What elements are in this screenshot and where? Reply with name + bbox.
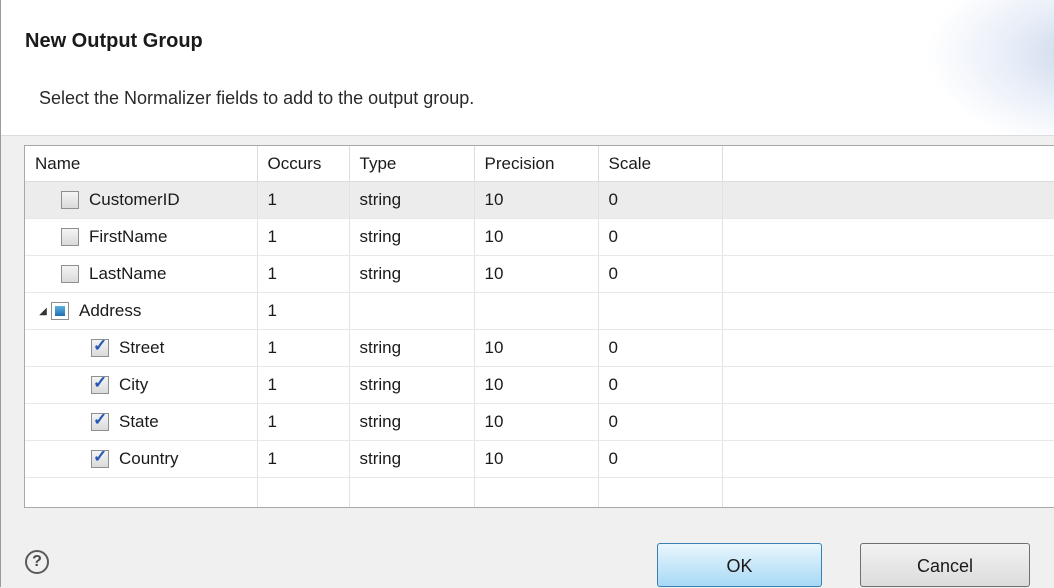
- table-row[interactable]: ◢ Address 1: [25, 292, 1054, 330]
- occurs-cell: 1: [257, 255, 350, 293]
- type-cell: string: [349, 255, 475, 293]
- type-cell: string: [349, 218, 475, 256]
- column-header-type[interactable]: Type: [349, 146, 475, 182]
- row-checkbox[interactable]: [91, 447, 109, 468]
- column-header-filler: [722, 146, 1054, 182]
- table-header-row: Name Occurs Type Precision Scale: [25, 146, 1054, 182]
- precision-cell: 10: [474, 255, 599, 293]
- row-checkbox-partial[interactable]: [51, 302, 69, 320]
- precision-cell: 10: [474, 366, 599, 404]
- row-checkbox[interactable]: [91, 336, 109, 357]
- table-row[interactable]: FirstName 1 string 10 0: [25, 218, 1054, 256]
- column-header-occurs[interactable]: Occurs: [257, 146, 350, 182]
- occurs-cell: 1: [257, 181, 350, 219]
- empty-table-row: [25, 477, 1054, 507]
- dialog-title: New Output Group: [25, 30, 203, 52]
- occurs-cell: 1: [257, 292, 350, 330]
- field-name: FirstName: [89, 227, 168, 246]
- occurs-cell: 1: [257, 218, 350, 256]
- precision-cell: 10: [474, 440, 599, 478]
- table-row[interactable]: LastName 1 string 10 0: [25, 255, 1054, 293]
- type-cell: string: [349, 366, 475, 404]
- occurs-cell: 1: [257, 366, 350, 404]
- table-row[interactable]: Country 1 string 10 0: [25, 440, 1054, 478]
- expand-triangle-icon[interactable]: ◢: [35, 306, 51, 317]
- field-name: Country: [119, 449, 179, 468]
- row-checkbox[interactable]: [61, 265, 79, 283]
- field-name: CustomerID: [89, 190, 180, 209]
- new-output-group-dialog: New Output Group Select the Normalizer f…: [0, 0, 1054, 587]
- dialog-description: Select the Normalizer fields to add to t…: [39, 88, 475, 108]
- cancel-button[interactable]: Cancel: [860, 543, 1030, 587]
- column-header-name[interactable]: Name: [25, 146, 258, 182]
- table-row[interactable]: Street 1 string 10 0: [25, 329, 1054, 367]
- row-checkbox[interactable]: [61, 191, 79, 209]
- field-name: City: [119, 375, 149, 394]
- header-banner-graphic: [925, 0, 1054, 135]
- type-cell: string: [349, 329, 475, 367]
- precision-cell: 10: [474, 403, 599, 441]
- scale-cell: 0: [598, 366, 723, 404]
- scale-cell: 0: [598, 440, 723, 478]
- row-checkbox[interactable]: [91, 410, 109, 431]
- scale-cell: 0: [598, 181, 723, 219]
- type-cell: string: [349, 403, 475, 441]
- precision-cell: 10: [474, 329, 599, 367]
- ok-button[interactable]: OK: [657, 543, 822, 587]
- table-row[interactable]: State 1 string 10 0: [25, 403, 1054, 441]
- row-checkbox[interactable]: [61, 228, 79, 246]
- column-header-precision[interactable]: Precision: [474, 146, 599, 182]
- type-cell: string: [349, 440, 475, 478]
- dialog-header: New Output Group Select the Normalizer f…: [1, 0, 1054, 136]
- field-name: State: [119, 412, 159, 431]
- field-name: Address: [79, 301, 142, 320]
- occurs-cell: 1: [257, 403, 350, 441]
- fields-table[interactable]: Name Occurs Type Precision Scale Custome…: [24, 145, 1054, 508]
- column-header-scale[interactable]: Scale: [598, 146, 723, 182]
- scale-cell: [598, 292, 723, 330]
- type-cell: [349, 292, 475, 330]
- type-cell: string: [349, 181, 475, 219]
- precision-cell: 10: [474, 218, 599, 256]
- precision-cell: 10: [474, 181, 599, 219]
- scale-cell: 0: [598, 255, 723, 293]
- occurs-cell: 1: [257, 440, 350, 478]
- scale-cell: 0: [598, 329, 723, 367]
- table-row[interactable]: CustomerID 1 string 10 0: [25, 181, 1054, 219]
- field-name: Street: [119, 338, 165, 357]
- help-icon[interactable]: ?: [25, 550, 49, 574]
- scale-cell: 0: [598, 218, 723, 256]
- row-checkbox[interactable]: [91, 373, 109, 394]
- precision-cell: [474, 292, 599, 330]
- field-name: LastName: [89, 264, 167, 283]
- table-row[interactable]: City 1 string 10 0: [25, 366, 1054, 404]
- occurs-cell: 1: [257, 329, 350, 367]
- scale-cell: 0: [598, 403, 723, 441]
